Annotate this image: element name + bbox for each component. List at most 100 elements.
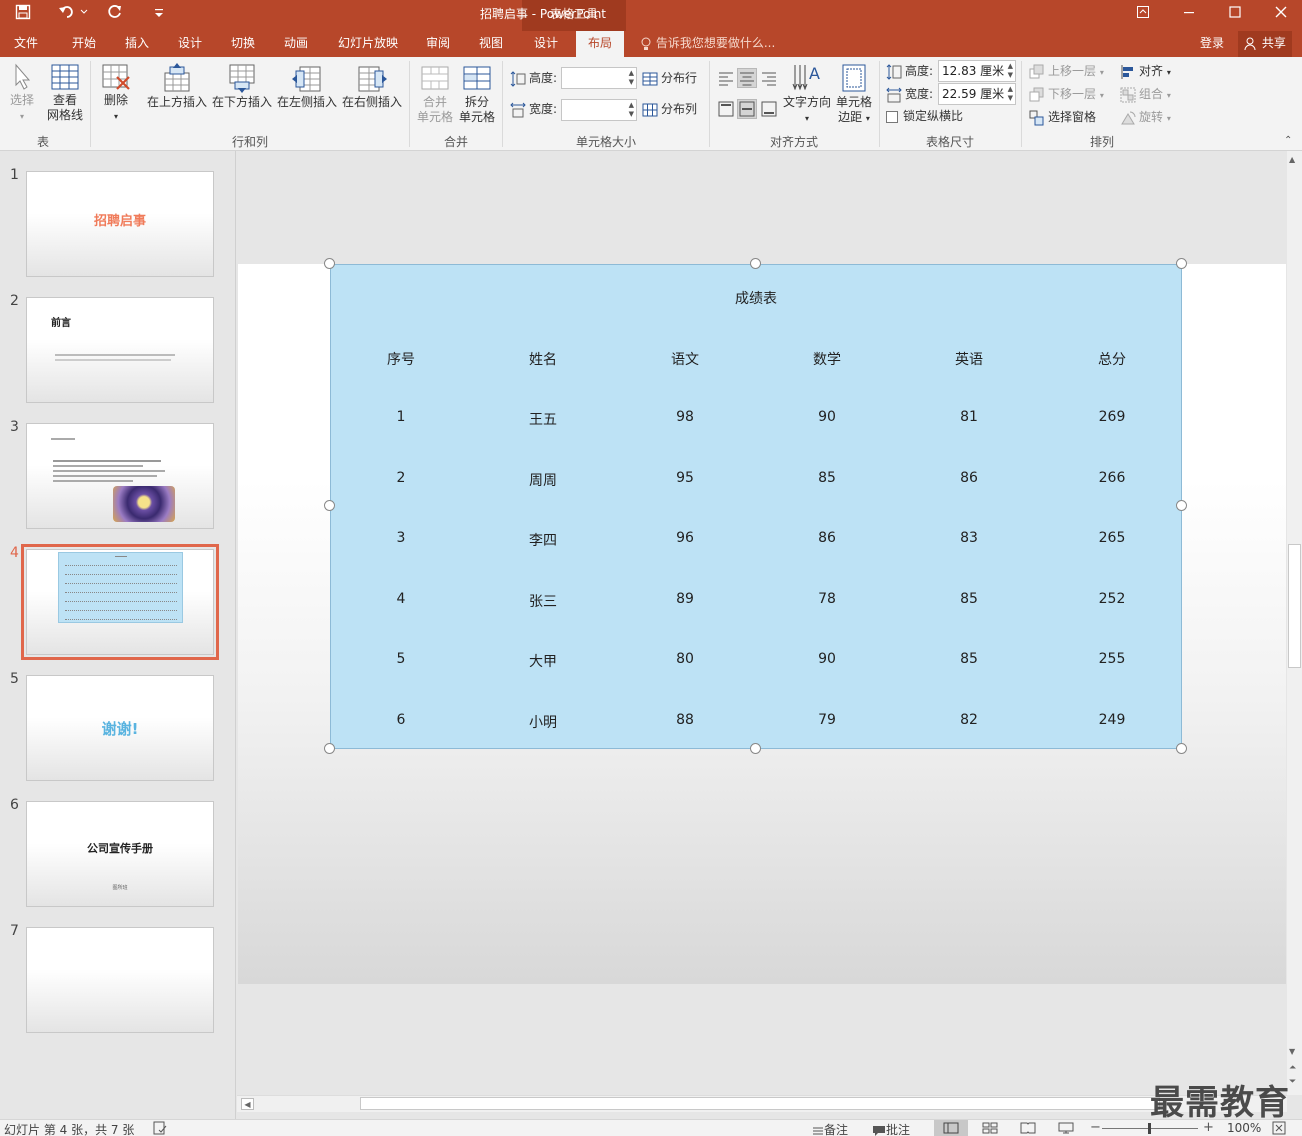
- header-cell[interactable]: 总分: [1052, 349, 1172, 369]
- table-cell[interactable]: 255: [1052, 651, 1172, 667]
- tab-home[interactable]: 开始: [62, 31, 106, 57]
- ribbon-display-icon[interactable]: [1120, 0, 1166, 29]
- align-top-icon[interactable]: [717, 100, 735, 118]
- vertical-scrollbar[interactable]: ▲ ▼ ⏶ ⏷: [1287, 151, 1302, 1095]
- table-cell[interactable]: 266: [1052, 470, 1172, 486]
- resize-handle[interactable]: [324, 500, 335, 511]
- group-objects-button[interactable]: 组合 ▾: [1120, 84, 1171, 104]
- share-button[interactable]: 共享: [1238, 31, 1292, 57]
- table-height-input[interactable]: 12.83 厘米 ▲ ▼: [938, 60, 1016, 82]
- tab-transitions[interactable]: 切换: [221, 31, 265, 57]
- table-cell[interactable]: 90: [767, 651, 887, 667]
- scroll-up-icon[interactable]: ▲: [1289, 155, 1295, 164]
- minimize-icon[interactable]: [1166, 0, 1212, 29]
- collapse-ribbon-icon[interactable]: ⌃: [1284, 135, 1292, 146]
- zoom-slider-thumb[interactable]: [1148, 1123, 1151, 1134]
- horizontal-scroll-thumb[interactable]: [360, 1097, 1160, 1110]
- align-right-icon[interactable]: [760, 69, 778, 87]
- save-icon[interactable]: [12, 4, 34, 26]
- table-cell[interactable]: 5: [341, 651, 461, 667]
- table-cell[interactable]: 88: [625, 712, 745, 728]
- table-cell[interactable]: 3: [341, 530, 461, 546]
- slide-thumbnail-5[interactable]: 谢谢!: [26, 675, 214, 781]
- slide-sorter-icon[interactable]: [982, 1122, 998, 1136]
- table-cell[interactable]: 82: [909, 712, 1029, 728]
- insert-right-button[interactable]: 在右侧插入: [341, 63, 403, 110]
- table-cell[interactable]: 小明: [483, 712, 603, 732]
- cell-width-input[interactable]: ▲ ▼: [561, 99, 637, 121]
- table-cell[interactable]: 269: [1052, 409, 1172, 425]
- header-cell[interactable]: 姓名: [483, 349, 603, 369]
- table-cell[interactable]: 90: [767, 409, 887, 425]
- table-cell[interactable]: 78: [767, 591, 887, 607]
- tell-me-box[interactable]: 告诉我您想要做什么...: [640, 31, 775, 56]
- resize-handle[interactable]: [1176, 743, 1187, 754]
- rotate-button[interactable]: 旋转 ▾: [1120, 107, 1171, 127]
- score-table[interactable]: 成绩表 序号 姓名 语文 数学 英语 总分 1 王五 98 90 81 269 …: [330, 264, 1182, 749]
- align-middle-icon[interactable]: [737, 99, 757, 119]
- tab-table-design[interactable]: 设计: [524, 31, 568, 57]
- zoom-out-icon[interactable]: −: [1090, 1120, 1101, 1135]
- align-bottom-icon[interactable]: [760, 100, 778, 118]
- table-cell[interactable]: 4: [341, 591, 461, 607]
- spell-check-icon[interactable]: [153, 1121, 167, 1136]
- table-width-input[interactable]: 22.59 厘米 ▲ ▼: [938, 83, 1016, 105]
- table-cell[interactable]: 95: [625, 470, 745, 486]
- bring-forward-button[interactable]: 上移一层 ▾: [1029, 61, 1104, 81]
- slide-thumbnail-2[interactable]: 前言: [26, 297, 214, 403]
- resize-handle[interactable]: [324, 743, 335, 754]
- header-cell[interactable]: 语文: [625, 349, 745, 369]
- slide-thumbnail-6[interactable]: 公司宣传手册 图所班: [26, 801, 214, 907]
- table-cell[interactable]: 85: [909, 651, 1029, 667]
- undo-icon[interactable]: [56, 4, 92, 26]
- close-icon[interactable]: [1258, 0, 1302, 29]
- tab-file[interactable]: 文件: [4, 31, 48, 57]
- slideshow-view-icon[interactable]: [1058, 1122, 1074, 1136]
- table-cell[interactable]: 86: [909, 470, 1029, 486]
- table-cell[interactable]: 王五: [483, 409, 603, 429]
- align-objects-button[interactable]: 对齐 ▾: [1120, 61, 1171, 81]
- next-slide-icon[interactable]: ⏷: [1289, 1077, 1296, 1087]
- table-cell[interactable]: 252: [1052, 591, 1172, 607]
- tab-animations[interactable]: 动画: [274, 31, 318, 57]
- header-cell[interactable]: 英语: [909, 349, 1029, 369]
- header-cell[interactable]: 数学: [767, 349, 887, 369]
- table-cell[interactable]: 79: [767, 712, 887, 728]
- slide-thumbnail-3[interactable]: [26, 423, 214, 529]
- align-center-icon[interactable]: [737, 68, 757, 88]
- resize-handle[interactable]: [1176, 500, 1187, 511]
- tab-table-layout[interactable]: 布局: [576, 31, 624, 58]
- maximize-icon[interactable]: [1212, 0, 1258, 29]
- table-cell[interactable]: 85: [909, 591, 1029, 607]
- slide-thumbnail-7[interactable]: [26, 927, 214, 1033]
- align-left-icon[interactable]: [717, 69, 735, 87]
- cell-margins-button[interactable]: 单元格 边距 ▾: [834, 63, 874, 126]
- resize-handle[interactable]: [750, 743, 761, 754]
- selection-pane-button[interactable]: 选择窗格: [1029, 107, 1096, 127]
- send-backward-button[interactable]: 下移一层 ▾: [1029, 84, 1104, 104]
- tab-slideshow[interactable]: 幻灯片放映: [332, 31, 404, 57]
- comments-button[interactable]: 批注: [872, 1121, 910, 1136]
- table-cell[interactable]: 大甲: [483, 651, 603, 671]
- horizontal-scrollbar[interactable]: ◀: [237, 1095, 1287, 1112]
- table-cell[interactable]: 81: [909, 409, 1029, 425]
- text-direction-button[interactable]: A 文字方向 ▾: [782, 63, 832, 126]
- select-button[interactable]: 选择 ▾: [6, 63, 38, 124]
- insert-left-button[interactable]: 在左侧插入: [276, 63, 338, 110]
- table-cell[interactable]: 1: [341, 409, 461, 425]
- reading-view-icon[interactable]: [1020, 1122, 1036, 1136]
- login-link[interactable]: 登录: [1200, 31, 1224, 56]
- table-cell[interactable]: 张三: [483, 591, 603, 611]
- header-cell[interactable]: 序号: [341, 349, 461, 369]
- table-cell[interactable]: 6: [341, 712, 461, 728]
- slide-thumbnail-1[interactable]: 招聘启事: [26, 171, 214, 277]
- table-title[interactable]: 成绩表: [696, 288, 816, 308]
- table-cell[interactable]: 96: [625, 530, 745, 546]
- lock-aspect-checkbox[interactable]: 锁定纵横比: [886, 106, 963, 126]
- resize-handle[interactable]: [324, 258, 335, 269]
- distribute-rows-button[interactable]: 分布行: [642, 68, 697, 88]
- table-cell[interactable]: 85: [767, 470, 887, 486]
- table-cell[interactable]: 265: [1052, 530, 1172, 546]
- redo-icon[interactable]: [104, 4, 126, 26]
- table-cell[interactable]: 2: [341, 470, 461, 486]
